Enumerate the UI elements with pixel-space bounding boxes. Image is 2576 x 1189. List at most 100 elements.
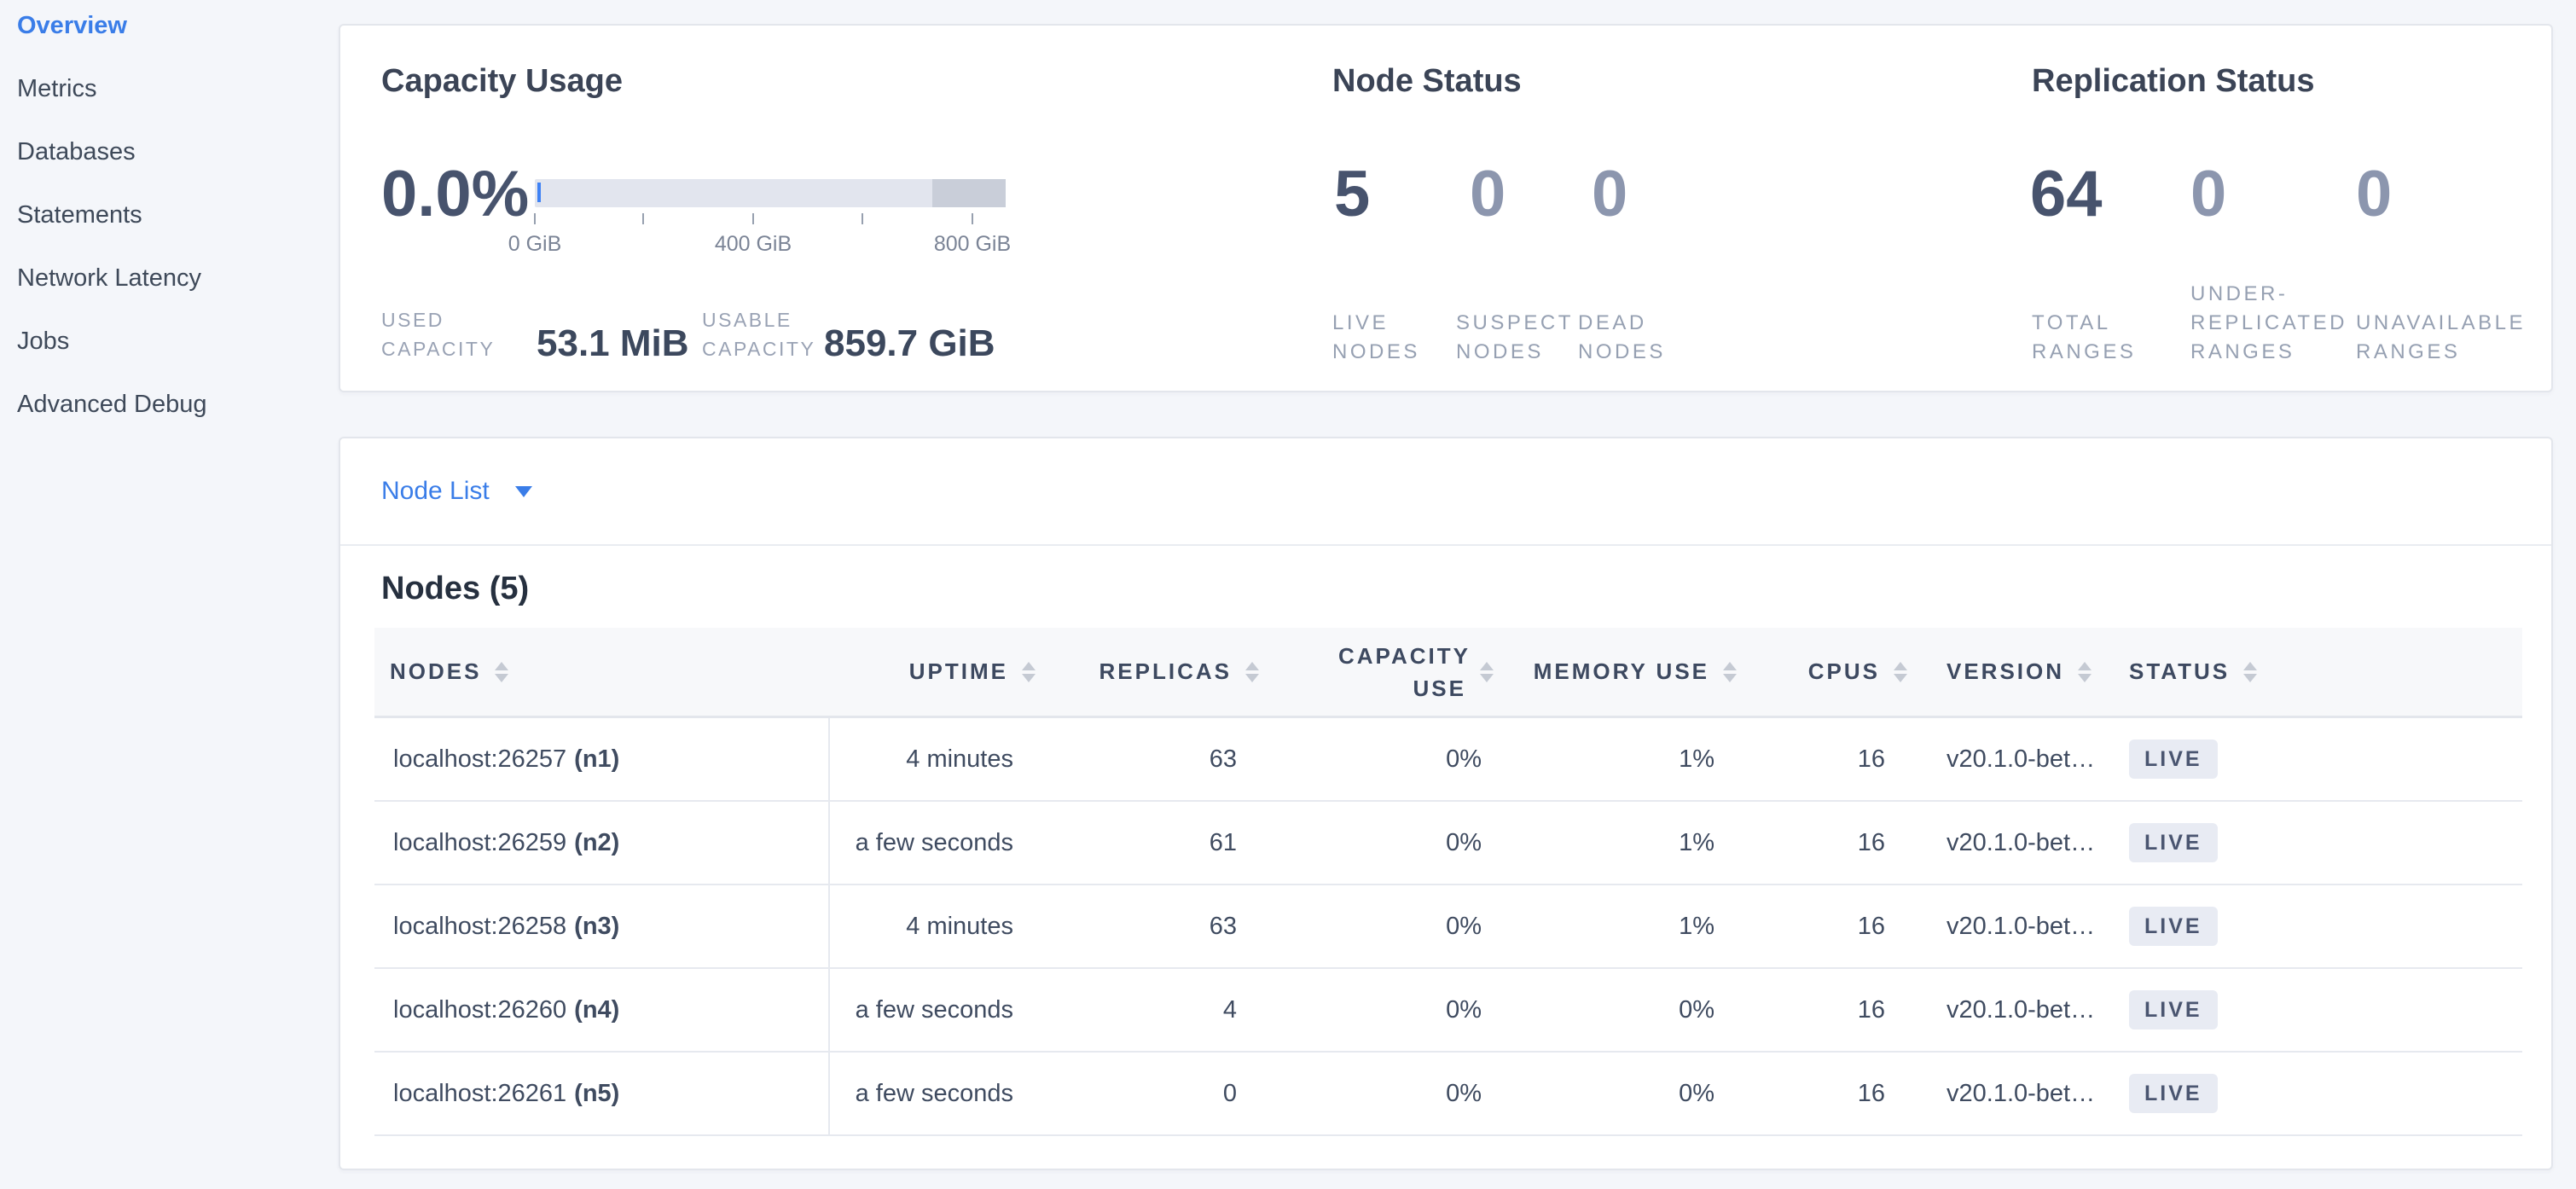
sort-icon xyxy=(2243,662,2257,682)
nodes-count-heading: Nodes (5) xyxy=(381,570,2551,607)
capacity-use-cell: 0% xyxy=(1264,1053,1499,1134)
gauge-tick xyxy=(534,213,536,224)
node-status-title: Node Status xyxy=(1332,63,1522,100)
gauge-axis-label-0: 0 GiB xyxy=(467,232,603,257)
memory-use-cell: 0% xyxy=(1499,969,1742,1051)
node-address-cell[interactable]: localhost:26261(n5) xyxy=(374,1053,830,1134)
version-cell: v20.1.0-bet… xyxy=(1912,718,2109,800)
sort-icon xyxy=(1894,662,1907,682)
dead-nodes-count: 0 xyxy=(1592,160,1627,229)
sort-icon xyxy=(2078,662,2092,682)
uptime-cell: a few seconds xyxy=(830,969,1041,1051)
node-address-cell[interactable]: localhost:26258 (n3) xyxy=(374,885,830,967)
col-header-uptime[interactable]: UPTIME xyxy=(830,628,1041,716)
node-address-cell[interactable]: localhost:26259 (n2) xyxy=(374,802,830,884)
replication-status-title: Replication Status xyxy=(2032,63,2315,100)
col-header-capacity-use-label: CAPACITY USE xyxy=(1338,640,1466,705)
col-header-nodes-label: NODES xyxy=(390,658,481,685)
node-id: (n2) xyxy=(574,829,619,857)
node-address-cell[interactable]: localhost:26257 (n1) xyxy=(374,718,830,800)
gauge-tick xyxy=(862,213,863,224)
status-badge: LIVE xyxy=(2129,740,2218,779)
node-address: localhost:26260 xyxy=(393,996,566,1024)
sidebar-item-network-latency[interactable]: Network Latency xyxy=(17,259,339,297)
sort-icon xyxy=(1022,662,1036,682)
replicas-cell: 63 xyxy=(1041,718,1264,800)
live-nodes-label: LIVE NODES xyxy=(1332,309,1439,367)
live-nodes-count: 5 xyxy=(1334,160,1370,229)
col-header-replicas-label: REPLICAS xyxy=(1099,658,1232,685)
unavailable-ranges-label: UNAVAILABLE RANGES xyxy=(2356,309,2561,367)
status-cell: LIVE xyxy=(2109,1053,2522,1134)
cpus-cell: 16 xyxy=(1742,802,1912,884)
sort-icon xyxy=(1480,662,1494,682)
col-header-status[interactable]: STATUS xyxy=(2109,628,2522,716)
node-list-card: Node List Nodes (5) NODES UPTIME REPLICA… xyxy=(339,437,2553,1170)
node-address: localhost:26257 xyxy=(393,745,566,774)
node-address: localhost:26259 xyxy=(393,829,566,857)
chevron-down-icon xyxy=(515,486,532,497)
status-badge: LIVE xyxy=(2129,823,2218,862)
capacity-gauge-reserved-segment xyxy=(932,179,1006,207)
table-row: localhost:26259(n2) a few seconds 61 0% … xyxy=(374,802,2522,885)
node-address: localhost:26258 xyxy=(393,913,566,941)
gauge-axis-label-800: 800 GiB xyxy=(904,232,1041,257)
capacity-gauge xyxy=(535,179,1006,207)
sidebar-item-statements[interactable]: Statements xyxy=(17,196,339,234)
col-header-capacity-use[interactable]: CAPACITY USE xyxy=(1264,628,1499,716)
node-id: (n1) xyxy=(574,745,619,774)
capacity-use-cell: 0% xyxy=(1264,718,1499,800)
col-header-version[interactable]: VERSION xyxy=(1912,628,2109,716)
col-header-replicas[interactable]: REPLICAS xyxy=(1041,628,1264,716)
node-list-dropdown[interactable]: Node List xyxy=(340,438,2551,546)
gauge-tick xyxy=(752,213,754,224)
replicas-cell: 0 xyxy=(1041,1053,1264,1134)
status-badge: LIVE xyxy=(2129,1074,2218,1113)
sidebar-item-jobs[interactable]: Jobs xyxy=(17,322,339,360)
capacity-percent: 0.0% xyxy=(381,160,529,229)
usable-capacity-label: USABLE CAPACITY xyxy=(702,305,830,363)
col-header-nodes[interactable]: NODES xyxy=(374,628,830,716)
table-row: localhost:26261(n5) a few seconds 0 0% 0… xyxy=(374,1053,2522,1136)
used-capacity-label: USED CAPACITY xyxy=(381,305,509,363)
version-cell: v20.1.0-bet… xyxy=(1912,885,2109,967)
memory-use-cell: 1% xyxy=(1499,718,1742,800)
uptime-cell: a few seconds xyxy=(830,802,1041,884)
sidebar-item-advanced-debug[interactable]: Advanced Debug xyxy=(17,386,339,423)
total-ranges-label: TOTAL RANGES xyxy=(2032,309,2147,367)
node-id: (n3) xyxy=(574,913,619,941)
col-header-version-label: VERSION xyxy=(1947,658,2064,685)
table-row: localhost:26257 (n1) 4 minutes 63 0% 1% 1… xyxy=(374,718,2522,802)
sidebar-item-databases[interactable]: Databases xyxy=(17,133,339,171)
sidebar-item-metrics[interactable]: Metrics xyxy=(17,70,339,107)
col-header-cpus[interactable]: CPUS xyxy=(1742,628,1912,716)
col-header-cpus-label: CPUS xyxy=(1808,658,1880,685)
memory-use-cell: 1% xyxy=(1499,802,1742,884)
nodes-table: NODES UPTIME REPLICAS CAPACITY USE MEMOR… xyxy=(374,628,2522,1136)
gauge-tick xyxy=(642,213,644,224)
col-header-memory-use[interactable]: MEMORY USE xyxy=(1499,628,1742,716)
node-address: localhost:26261 xyxy=(393,1080,566,1108)
node-address-cell[interactable]: localhost:26260 (n4) xyxy=(374,969,830,1051)
suspect-nodes-count: 0 xyxy=(1470,160,1506,229)
cpus-cell: 16 xyxy=(1742,969,1912,1051)
used-capacity-value: 53.1 MiB xyxy=(537,324,689,363)
cluster-summary-card: Capacity Usage 0.0% 0 GiB 400 GiB 800 Gi… xyxy=(339,24,2553,392)
capacity-gauge-used-tick xyxy=(537,183,541,202)
replicas-cell: 63 xyxy=(1041,885,1264,967)
capacity-use-cell: 0% xyxy=(1264,969,1499,1051)
cpus-cell: 16 xyxy=(1742,718,1912,800)
sort-icon xyxy=(1723,662,1737,682)
version-cell: v20.1.0-bet… xyxy=(1912,802,2109,884)
capacity-use-cell: 0% xyxy=(1264,802,1499,884)
gauge-tick xyxy=(972,213,973,224)
memory-use-cell: 1% xyxy=(1499,885,1742,967)
suspect-nodes-label: SUSPECT NODES xyxy=(1456,309,1571,367)
replicas-cell: 61 xyxy=(1041,802,1264,884)
uptime-cell: 4 minutes xyxy=(830,718,1041,800)
sidebar-item-overview[interactable]: Overview xyxy=(17,7,339,44)
gauge-axis-label-400: 400 GiB xyxy=(685,232,821,257)
replicas-cell: 4 xyxy=(1041,969,1264,1051)
node-id: (n4) xyxy=(574,996,619,1024)
table-row: localhost:26260 (n4) a few seconds 4 0% 0… xyxy=(374,969,2522,1053)
